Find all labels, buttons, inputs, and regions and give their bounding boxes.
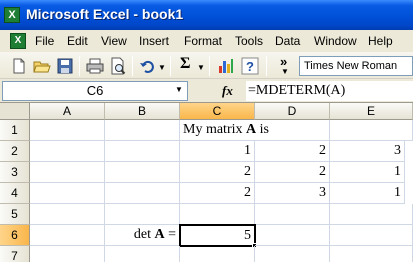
menu-data[interactable]: Data bbox=[275, 34, 300, 48]
toolbar-options-dropdown-icon[interactable]: ▼ bbox=[281, 67, 289, 76]
cell-c1-text: My matrix bbox=[183, 122, 246, 137]
cell-a2[interactable] bbox=[30, 141, 105, 162]
toolbar-separator bbox=[209, 56, 210, 76]
menu-view[interactable]: View bbox=[101, 34, 127, 48]
row-header-1[interactable]: 1 bbox=[0, 120, 30, 141]
cell-e7[interactable] bbox=[330, 246, 413, 262]
cell-b3[interactable] bbox=[105, 162, 180, 183]
cell-d1[interactable] bbox=[255, 120, 330, 141]
cell-b5[interactable] bbox=[105, 204, 180, 225]
row-header-3[interactable]: 3 bbox=[0, 162, 30, 183]
insert-function-icon[interactable]: fx bbox=[222, 83, 233, 99]
undo-icon[interactable] bbox=[138, 57, 156, 75]
row-header-2[interactable]: 2 bbox=[0, 141, 30, 162]
name-box[interactable]: C6 bbox=[2, 81, 188, 101]
cell-b6[interactable]: det A = bbox=[105, 225, 180, 246]
select-all-corner[interactable] bbox=[0, 103, 30, 120]
toolbar-separator bbox=[266, 56, 267, 76]
column-header-e[interactable]: E bbox=[330, 103, 413, 120]
toolbar-separator bbox=[170, 56, 171, 76]
toolbar-separator bbox=[79, 56, 80, 76]
column-header-b[interactable]: B bbox=[105, 103, 180, 120]
workbook-icon[interactable]: X bbox=[10, 33, 26, 49]
cell-c1[interactable]: My matrix A is bbox=[180, 120, 269, 141]
save-icon[interactable] bbox=[56, 57, 74, 75]
menu-edit[interactable]: Edit bbox=[67, 34, 88, 48]
cell-a4[interactable] bbox=[30, 183, 105, 204]
help-icon[interactable]: ? bbox=[241, 57, 259, 75]
cell-b7[interactable] bbox=[105, 246, 180, 262]
cell-b2[interactable] bbox=[105, 141, 180, 162]
cell-b6-suffix: = bbox=[164, 227, 176, 242]
autosum-dropdown-icon[interactable]: ▼ bbox=[197, 63, 205, 72]
cell-c2[interactable]: 1 bbox=[180, 141, 255, 162]
cell-e1[interactable] bbox=[330, 120, 413, 141]
menu-file[interactable]: File bbox=[35, 34, 54, 48]
cell-d7[interactable] bbox=[255, 246, 330, 262]
title-bar: X Microsoft Excel - book1 bbox=[0, 0, 413, 30]
autosum-icon[interactable]: Σ bbox=[180, 55, 190, 73]
cell-b1[interactable] bbox=[105, 120, 180, 141]
cell-d2[interactable]: 2 bbox=[255, 141, 330, 162]
column-header-c[interactable]: C bbox=[180, 103, 255, 120]
cell-c3[interactable]: 2 bbox=[180, 162, 255, 183]
open-folder-icon[interactable] bbox=[33, 57, 51, 75]
formula-input[interactable]: =MDETERM(A) bbox=[246, 81, 413, 101]
window-title: Microsoft Excel - book1 bbox=[26, 6, 184, 22]
cell-e6[interactable] bbox=[330, 225, 413, 246]
cell-c7[interactable] bbox=[180, 246, 255, 262]
menu-tools[interactable]: Tools bbox=[235, 34, 263, 48]
cell-a3[interactable] bbox=[30, 162, 105, 183]
cell-c5[interactable] bbox=[180, 204, 255, 225]
undo-dropdown-icon[interactable]: ▼ bbox=[158, 63, 166, 72]
print-preview-icon[interactable] bbox=[109, 57, 127, 75]
cell-c6-active[interactable]: 5 bbox=[179, 224, 256, 247]
column-header-d[interactable]: D bbox=[255, 103, 330, 120]
cell-d5[interactable] bbox=[255, 204, 330, 225]
cell-d3[interactable]: 2 bbox=[255, 162, 330, 183]
name-box-dropdown-icon[interactable]: ▼ bbox=[172, 82, 186, 98]
cell-e4[interactable]: 1 bbox=[330, 183, 405, 204]
formula-bar: C6 ▼ fx =MDETERM(A) bbox=[0, 79, 413, 103]
chart-wizard-icon[interactable] bbox=[217, 57, 235, 75]
font-name-box[interactable]: Times New Roman bbox=[299, 56, 413, 76]
menu-format[interactable]: Format bbox=[184, 34, 222, 48]
cell-d4[interactable]: 3 bbox=[255, 183, 330, 204]
worksheet-grid: A B C D E 1 2 3 4 5 6 7 My matrix A is 1… bbox=[0, 103, 413, 262]
name-box-value: C6 bbox=[86, 83, 104, 98]
cell-e3[interactable]: 1 bbox=[330, 162, 405, 183]
cell-a1[interactable] bbox=[30, 120, 105, 141]
cell-e2[interactable]: 3 bbox=[330, 141, 405, 162]
cell-c4[interactable]: 2 bbox=[180, 183, 255, 204]
menu-bar: X File Edit View Insert Format Tools Dat… bbox=[0, 30, 413, 52]
matrix-symbol: A bbox=[154, 227, 165, 242]
cell-b6-text: det bbox=[133, 227, 155, 242]
menu-insert[interactable]: Insert bbox=[139, 34, 169, 48]
menu-window[interactable]: Window bbox=[314, 34, 357, 48]
menu-help[interactable]: Help bbox=[368, 34, 393, 48]
row-header-4[interactable]: 4 bbox=[0, 183, 30, 204]
standard-toolbar: ▼ Σ ▼ ? » ▼ Times New Roman bbox=[0, 52, 413, 79]
toolbar-separator bbox=[132, 56, 133, 76]
column-header-a[interactable]: A bbox=[30, 103, 105, 120]
cell-a7[interactable] bbox=[30, 246, 105, 262]
cell-b4[interactable] bbox=[105, 183, 180, 204]
cell-a6[interactable] bbox=[30, 225, 105, 246]
row-header-6[interactable]: 6 bbox=[0, 225, 30, 246]
new-document-icon[interactable] bbox=[10, 57, 28, 75]
cell-d6[interactable] bbox=[255, 225, 330, 246]
cell-e5[interactable] bbox=[330, 204, 413, 225]
svg-text:?: ? bbox=[246, 59, 254, 74]
cell-a5[interactable] bbox=[30, 204, 105, 225]
print-icon[interactable] bbox=[86, 57, 104, 75]
excel-app-icon[interactable]: X bbox=[4, 7, 20, 23]
row-header-7[interactable]: 7 bbox=[0, 246, 30, 262]
row-header-5[interactable]: 5 bbox=[0, 204, 30, 225]
